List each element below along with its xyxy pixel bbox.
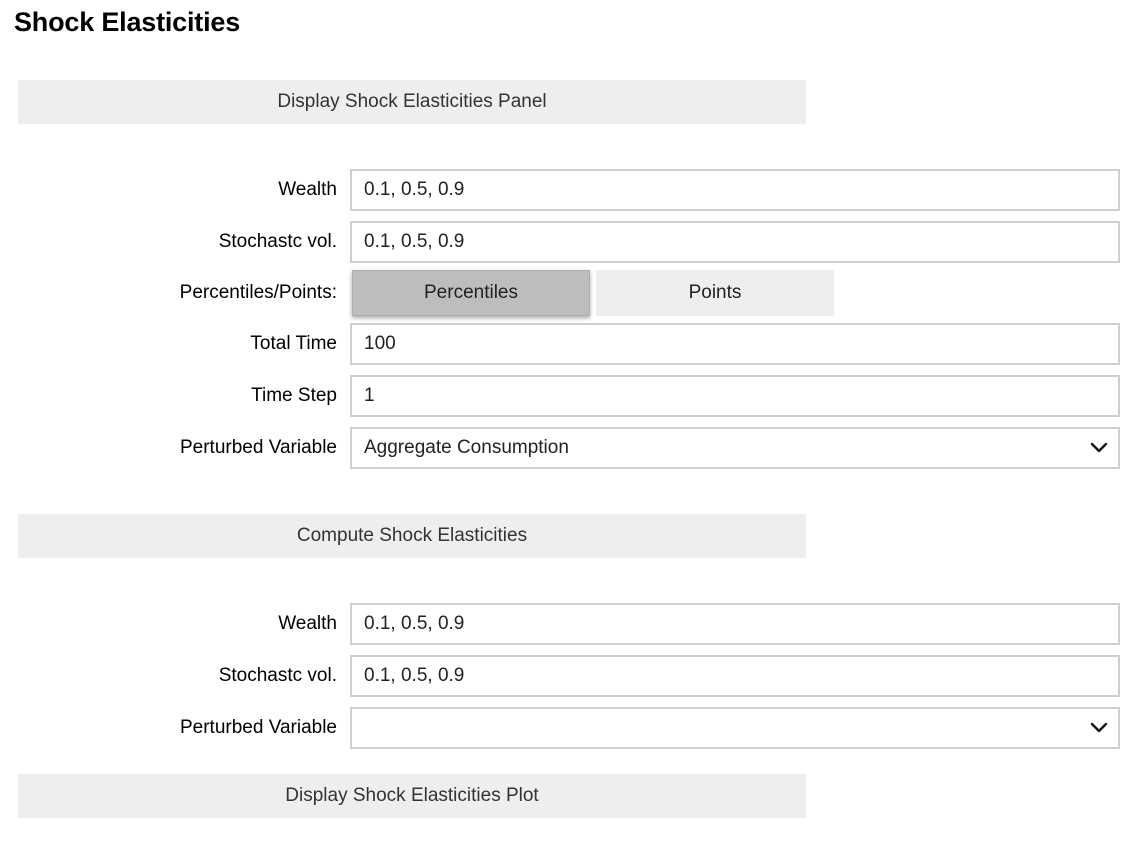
stochastic-vol-label: Stochastc vol.: [218, 231, 337, 252]
compute-stochastic-vol-row: Stochastc vol.: [0, 655, 1142, 697]
time-step-input[interactable]: [350, 375, 1120, 417]
total-time-row: Total Time: [0, 323, 1142, 365]
time-step-row: Time Step: [0, 375, 1142, 417]
page-title: Shock Elasticities: [14, 7, 241, 37]
perturbed-variable-value: Aggregate Consumption: [364, 437, 569, 458]
time-step-label: Time Step: [251, 385, 337, 406]
total-time-label: Total Time: [250, 333, 337, 354]
compute-wealth-input[interactable]: [350, 603, 1120, 645]
panel-wealth-row: Wealth: [0, 169, 1142, 211]
perturbed-variable-label: Perturbed Variable: [179, 437, 337, 458]
total-time-input[interactable]: [350, 323, 1120, 365]
panel-perturbed-variable-row: Perturbed Variable Aggregate Consumption: [0, 427, 1142, 469]
compute-perturbed-variable-row: Perturbed Variable: [0, 707, 1142, 749]
percentiles-points-toggle: Percentiles Points: [352, 270, 834, 316]
wealth-label: Wealth: [278, 179, 337, 200]
display-plot-button[interactable]: Display Shock Elasticities Plot: [18, 774, 806, 818]
shock-elasticities-page: Shock Elasticities Display Shock Elastic…: [0, 0, 1142, 846]
percentiles-points-row: Percentiles/Points: Percentiles Points: [0, 270, 1142, 316]
panel-stochastic-vol-row: Stochastc vol.: [0, 221, 1142, 263]
perturbed-variable-label: Perturbed Variable: [179, 717, 337, 738]
compute-wealth-row: Wealth: [0, 603, 1142, 645]
toggle-points[interactable]: Points: [596, 270, 834, 316]
wealth-input[interactable]: [350, 169, 1120, 211]
chevron-down-icon: [1090, 722, 1108, 733]
toggle-percentiles[interactable]: Percentiles: [352, 270, 590, 316]
stochastic-vol-label: Stochastc vol.: [218, 665, 337, 686]
stochastic-vol-input[interactable]: [350, 221, 1120, 263]
compute-stochastic-vol-input[interactable]: [350, 655, 1120, 697]
wealth-label: Wealth: [278, 613, 337, 634]
display-panel-button[interactable]: Display Shock Elasticities Panel: [18, 80, 806, 124]
compute-perturbed-variable-select[interactable]: [350, 707, 1120, 749]
percentiles-points-label: Percentiles/Points:: [179, 282, 337, 303]
perturbed-variable-select[interactable]: Aggregate Consumption: [350, 427, 1120, 469]
compute-elasticities-button[interactable]: Compute Shock Elasticities: [18, 514, 806, 558]
chevron-down-icon: [1090, 442, 1108, 453]
